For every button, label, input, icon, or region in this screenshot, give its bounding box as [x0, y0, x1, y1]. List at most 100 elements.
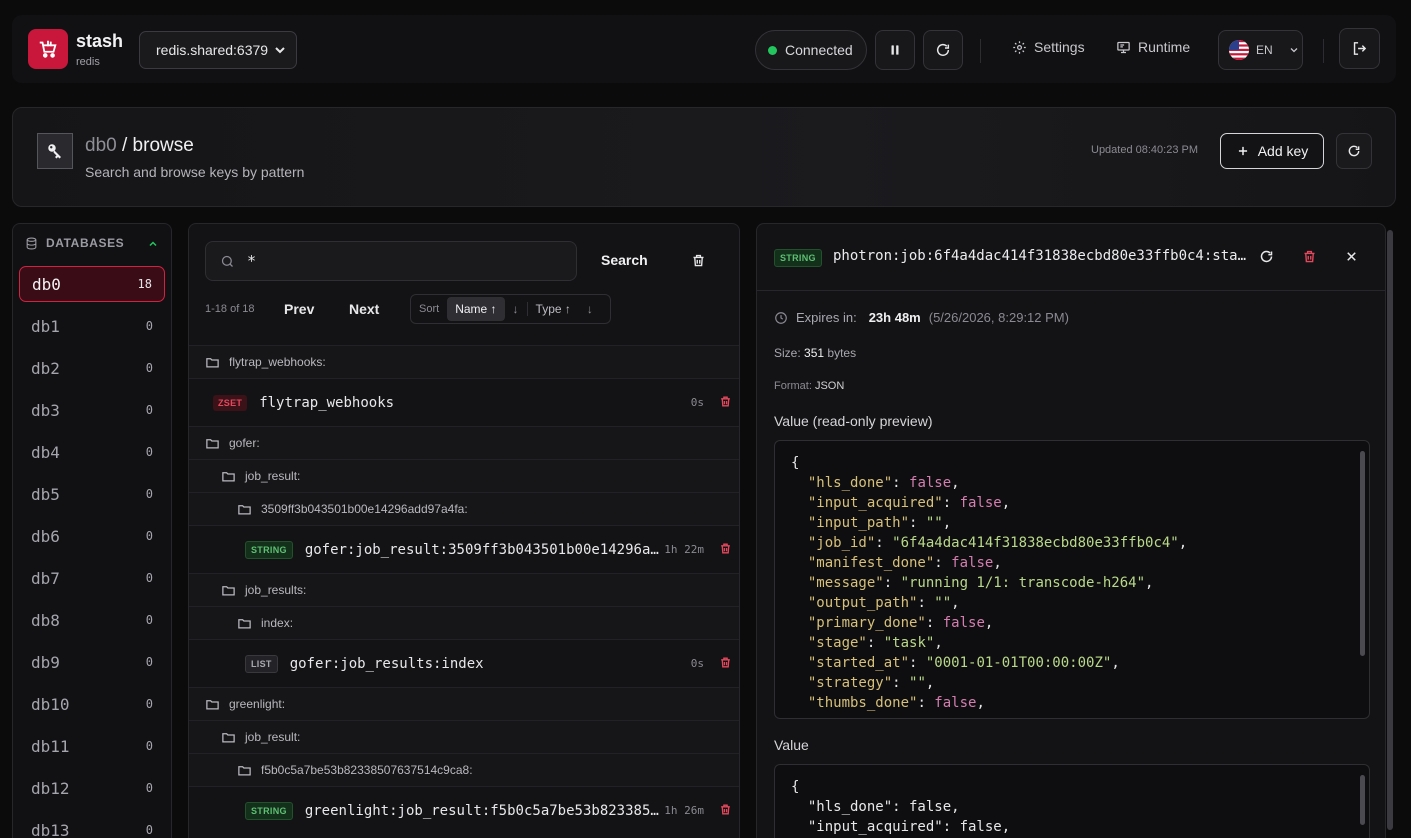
sort-type-desc-button[interactable]: ↓ [579, 302, 601, 316]
pause-button[interactable] [875, 30, 915, 70]
folder-row[interactable]: job_result: [189, 720, 739, 753]
chevron-down-icon [1290, 48, 1298, 53]
language-select[interactable]: EN [1218, 30, 1303, 70]
delete-key-button[interactable] [719, 803, 732, 819]
settings-link[interactable]: Settings [1012, 39, 1085, 55]
databases-header[interactable]: DATABASES [25, 236, 157, 250]
value-editor[interactable]: { "hls_done": false, "input_acquired": f… [774, 764, 1370, 838]
json-preview[interactable]: { "hls_done": false, "input_acquired": f… [774, 440, 1370, 719]
detail-header: STRING photron:job:6f4a4dac414f31838ecbd… [757, 224, 1385, 291]
db-key-count: 0 [145, 445, 153, 459]
detail-key-name: photron:job:6f4a4dac414f31838ecbd80e33ff… [833, 248, 1247, 264]
expires-absolute: (5/26/2026, 8:29:12 PM) [928, 310, 1069, 325]
json-line: "output_path": "", [807, 595, 960, 611]
json-line: "input_path": "", [807, 515, 952, 531]
key-row[interactable]: LIST gofer:job_results:index 0s [189, 639, 739, 687]
page-scrollbar[interactable] [1387, 230, 1393, 830]
page-subtitle: Search and browse keys by pattern [85, 164, 305, 180]
size-value: 351 [804, 346, 825, 360]
json-value: false [934, 695, 977, 711]
db-item-db5[interactable]: db5 0 [19, 476, 165, 512]
search-input[interactable] [247, 252, 547, 270]
db-item-label: db11 [31, 736, 70, 756]
folder-row[interactable]: greenlight: [189, 687, 739, 720]
key-row[interactable]: STRING greenlight:job_result:f5b0c5a7be53… [189, 786, 739, 834]
db-item-db0[interactable]: db0 18 [19, 266, 165, 302]
folder-row[interactable]: job_results: [189, 573, 739, 606]
db-item-db4[interactable]: db4 0 [19, 434, 165, 470]
db-item-db12[interactable]: db12 0 [19, 770, 165, 806]
folder-row[interactable]: f5b0c5a7be53b82338507637514c9ca8: [189, 753, 739, 786]
detail-close-button[interactable] [1344, 249, 1359, 267]
top-bar: stash redis redis.shared:6379 Connected … [12, 15, 1396, 83]
logout-button[interactable] [1339, 28, 1380, 69]
refresh-button[interactable] [923, 30, 963, 70]
server-select[interactable]: redis.shared:6379 [139, 31, 297, 69]
detail-delete-button[interactable] [1302, 249, 1317, 267]
folder-icon [222, 732, 235, 742]
db-key-count: 0 [145, 655, 153, 669]
db-item-db1[interactable]: db1 0 [19, 308, 165, 344]
db-item-db9[interactable]: db9 0 [19, 644, 165, 680]
connection-status[interactable]: Connected [755, 30, 867, 70]
sort-by-name-button[interactable]: Name ↑ [447, 297, 505, 321]
logout-icon [1353, 42, 1367, 55]
json-line: "strategy": "", [807, 675, 935, 691]
json-key: "job_id" [807, 535, 876, 551]
sort-by-type-button[interactable]: Type ↑ [528, 297, 579, 321]
db-item-label: db7 [31, 568, 60, 588]
folder-row[interactable]: 3509ff3b043501b00e14296add97a4fa: [189, 492, 739, 525]
db-key-count: 0 [145, 613, 153, 627]
stash-logo-icon[interactable] [28, 29, 68, 69]
value-scrollbar[interactable] [1360, 775, 1365, 825]
folder-row[interactable]: index: [189, 606, 739, 639]
db-item-label: db9 [31, 652, 60, 672]
folder-row[interactable]: gofer: [189, 426, 739, 459]
db-item-db13[interactable]: db13 0 [19, 812, 165, 838]
db-item-db3[interactable]: db3 0 [19, 392, 165, 428]
prev-page-button[interactable]: Prev [284, 301, 314, 317]
folder-icon [206, 438, 219, 448]
key-row[interactable]: STRING gofer:job_result:3509ff3b043501b00… [189, 525, 739, 573]
folder-label: job_result: [245, 730, 301, 744]
db-item-db6[interactable]: db6 0 [19, 518, 165, 554]
db-item-db10[interactable]: db10 0 [19, 686, 165, 722]
delete-key-button[interactable] [719, 542, 732, 558]
runtime-link[interactable]: Runtime [1116, 39, 1190, 55]
size-row: Size: 351 bytes [774, 346, 856, 360]
db-item-db11[interactable]: db11 0 [19, 728, 165, 764]
page-title-db: db0 [85, 135, 117, 156]
search-button[interactable]: Search [601, 252, 648, 268]
chevron-down-icon [275, 47, 285, 54]
next-page-button[interactable]: Next [349, 301, 379, 317]
json-key: "started_at" [807, 655, 910, 671]
json-value: "" [909, 675, 926, 691]
sort-name-desc-button[interactable]: ↓ [505, 302, 528, 316]
db-key-count: 18 [137, 277, 152, 291]
trash-icon [721, 543, 730, 554]
database-icon [26, 237, 37, 249]
format-row: Format: JSON [774, 380, 844, 392]
folder-label: index: [261, 616, 294, 630]
search-box[interactable] [205, 241, 577, 281]
folder-row[interactable]: job_result: [189, 459, 739, 492]
key-row[interactable]: ZSET flytrap_webhooks 0s [189, 378, 739, 426]
db-item-db2[interactable]: db2 0 [19, 350, 165, 386]
delete-key-button[interactable] [719, 656, 732, 672]
delete-key-button[interactable] [719, 395, 732, 411]
db-key-count: 0 [145, 487, 153, 501]
preview-scrollbar[interactable] [1360, 451, 1365, 656]
monitor-icon [1117, 41, 1130, 53]
detail-refresh-button[interactable] [1259, 249, 1274, 267]
db-key-count: 0 [145, 361, 153, 375]
header-refresh-button[interactable] [1336, 133, 1372, 169]
db-item-label: db1 [31, 316, 60, 336]
db-item-db7[interactable]: db7 0 [19, 560, 165, 596]
pause-icon [891, 45, 899, 55]
folder-row[interactable]: flytrap_webhooks: [189, 345, 739, 378]
plus-icon [1238, 146, 1247, 156]
db-item-db8[interactable]: db8 0 [19, 602, 165, 638]
add-key-button[interactable]: Add key [1220, 133, 1324, 169]
delete-matching-button[interactable] [691, 253, 706, 271]
db-key-count: 0 [145, 823, 153, 837]
